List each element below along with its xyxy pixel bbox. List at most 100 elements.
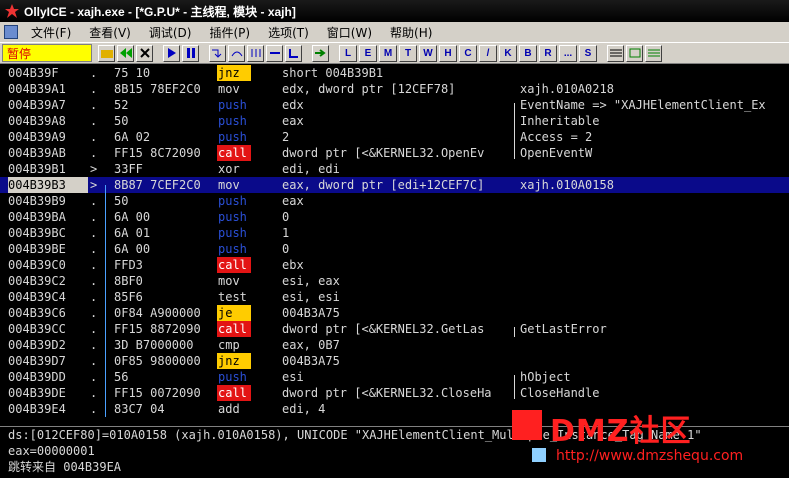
disasm-row[interactable]: 004B39C2. 8BF0 mov esi, eax <box>0 273 789 289</box>
address-cell: 004B39B3 <box>8 177 88 193</box>
menu-options[interactable]: 选项(T) <box>259 24 318 41</box>
mnemonic-cell: push <box>218 210 247 224</box>
disasm-row[interactable]: 004B39A7. 52 push edx EventName => "XAJHElem… <box>0 97 789 113</box>
jump-marker: . <box>90 82 98 96</box>
jump-marker: > <box>90 178 98 192</box>
jump-marker: . <box>90 194 98 208</box>
menu-file[interactable]: 文件(F) <box>22 24 80 41</box>
address-cell: 004B39DD <box>8 370 66 384</box>
toolbar: 暂停 L E M T W H C / K B R ... S <box>0 42 789 64</box>
step-over-icon[interactable] <box>228 44 245 62</box>
mnemonic-cell: call <box>217 145 251 161</box>
operands-cell: ebx <box>282 258 304 272</box>
call-args-bracket <box>514 103 515 159</box>
hex-bytes-cell: 3D B7000000 <box>114 338 194 352</box>
source-button[interactable]: S <box>579 44 597 62</box>
call-stack-button[interactable]: K <box>499 44 517 62</box>
disasm-row[interactable]: 004B39B9. 50 push eax <box>0 193 789 209</box>
disasm-row[interactable]: 004B39D2. 3D B7000000 cmp eax, 0B7 <box>0 337 789 353</box>
hex-bytes-cell: 8B15 78EF2C0 <box>114 82 201 96</box>
operands-cell: 004B3A75 <box>282 354 340 368</box>
jump-marker: . <box>90 354 98 368</box>
disassembly-pane[interactable]: 004B39F. 75 10 jnz short 004B39B1 004B39A1. 8… <box>0 65 789 425</box>
menu-view[interactable]: 查看(V) <box>80 24 140 41</box>
hex-bytes-cell: 50 <box>114 194 129 208</box>
jump-marker: . <box>90 386 98 400</box>
address-cell: 004B39C2 <box>8 274 66 288</box>
disasm-row[interactable]: 004B39DE. FF15 0072090 call dword ptr [<&KE… <box>0 385 789 401</box>
mnemonic-cell: xor <box>218 162 240 176</box>
jump-line <box>105 185 106 417</box>
disasm-row[interactable]: 004B39BA. 6A 00 push 0 <box>0 209 789 225</box>
mnemonic-cell: call <box>217 257 251 273</box>
disasm-row[interactable]: 004B39A9. 6A 02 push 2 Access = 2 <box>0 129 789 145</box>
execute-till-return-icon[interactable] <box>285 44 302 62</box>
address-cell: 004B39CC <box>8 322 66 336</box>
address-cell: 004B39D7 <box>8 354 66 368</box>
menu-debug[interactable]: 调试(D) <box>140 24 201 41</box>
disasm-row[interactable]: 004B39D7. 0F85 9800000 jnz 004B3A75 <box>0 353 789 369</box>
modules-window-button[interactable]: E <box>359 44 377 62</box>
run-trace-button[interactable]: ... <box>559 44 577 62</box>
disasm-row[interactable]: 004B39CC. FF15 8872090 call dword ptr [<&KE… <box>0 321 789 337</box>
help-icon[interactable] <box>645 44 662 62</box>
disasm-row[interactable]: 004B39DD. 56 push esi hObject <box>0 369 789 385</box>
mnemonic-cell: test <box>218 290 247 304</box>
disasm-row[interactable]: 004B39BE. 6A 00 push 0 <box>0 241 789 257</box>
disasm-row[interactable]: 004B39BC. 6A 01 push 1 <box>0 225 789 241</box>
mnemonic-cell: add <box>218 402 240 416</box>
operands-cell: 004B3A75 <box>282 306 340 320</box>
trace-over-icon[interactable] <box>266 44 283 62</box>
disasm-row[interactable]: 004B39C4. 85F6 test esi, esi <box>0 289 789 305</box>
memory-window-button[interactable]: M <box>379 44 397 62</box>
address-cell: 004B39E4 <box>8 402 66 416</box>
address-cell: 004B39DE <box>8 386 66 400</box>
handles-window-button[interactable]: H <box>439 44 457 62</box>
hex-bytes-cell: 83C7 04 <box>114 402 165 416</box>
address-cell: 004B39A1 <box>8 82 66 96</box>
disasm-row[interactable]: 004B39A1. 8B15 78EF2C0 mov edx, dword ptr [… <box>0 81 789 97</box>
address-cell: 004B39A9 <box>8 130 66 144</box>
pause-icon[interactable] <box>182 44 199 62</box>
disasm-row[interactable]: 004B39C0. FFD3 call ebx <box>0 257 789 273</box>
disasm-row[interactable]: 004B39A8. 50 push eax Inheritable <box>0 113 789 129</box>
disasm-row[interactable]: 004B39B3 >8B87 7CEF2C0 mov eax, dword ptr [… <box>0 177 789 193</box>
hex-bytes-cell: 8B87 7CEF2C0 <box>114 178 201 192</box>
menu-window[interactable]: 窗口(W) <box>318 24 381 41</box>
threads-window-button[interactable]: T <box>399 44 417 62</box>
comment-cell: xajh.010A0218 <box>520 82 614 96</box>
app-menu-icon[interactable] <box>4 25 18 39</box>
title-bar: OllyICE - xajh.exe - [*G.P.U* - 主线程, 模块 … <box>0 0 789 22</box>
trace-into-icon[interactable] <box>247 44 264 62</box>
options-icon[interactable] <box>607 44 624 62</box>
mnemonic-cell: push <box>218 130 247 144</box>
close-icon[interactable] <box>136 44 153 62</box>
disasm-row[interactable]: 004B39AB. FF15 8C72090 call dword ptr [<&KE… <box>0 145 789 161</box>
menu-bar: 文件(F) 查看(V) 调试(D) 插件(P) 选项(T) 窗口(W) 帮助(H… <box>0 22 789 42</box>
mnemonic-cell: push <box>218 370 247 384</box>
disasm-row[interactable]: 004B39E4. 83C7 04 add edi, 4 <box>0 401 789 417</box>
log-window-button[interactable]: L <box>339 44 357 62</box>
step-into-icon[interactable] <box>209 44 226 62</box>
patches-window-button[interactable]: / <box>479 44 497 62</box>
breakpoints-button[interactable]: B <box>519 44 537 62</box>
run-icon[interactable] <box>163 44 180 62</box>
menu-plugins[interactable]: 插件(P) <box>200 24 259 41</box>
disasm-row[interactable]: 004B39C6. 0F84 A900000 je 004B3A75 <box>0 305 789 321</box>
menu-help[interactable]: 帮助(H) <box>381 24 441 41</box>
appearance-icon[interactable] <box>626 44 643 62</box>
rewind-icon[interactable] <box>117 44 134 62</box>
operands-cell: eax <box>282 114 304 128</box>
windows-window-button[interactable]: W <box>419 44 437 62</box>
open-icon[interactable] <box>98 44 115 62</box>
hex-bytes-cell: 50 <box>114 114 129 128</box>
operands-cell: esi, eax <box>282 274 340 288</box>
cpu-window-button[interactable]: C <box>459 44 477 62</box>
disasm-row[interactable]: 004B39B1 >33FF xor edi, edi <box>0 161 789 177</box>
disasm-row[interactable]: 004B39F. 75 10 jnz short 004B39B1 <box>0 65 789 81</box>
goto-icon[interactable] <box>312 44 329 62</box>
info-pane: ds:[012CEF80]=010A0158 (xajh.010A0158), … <box>0 426 789 478</box>
hex-bytes-cell: 0F85 9800000 <box>114 354 201 368</box>
mnemonic-cell: push <box>218 98 247 112</box>
references-button[interactable]: R <box>539 44 557 62</box>
